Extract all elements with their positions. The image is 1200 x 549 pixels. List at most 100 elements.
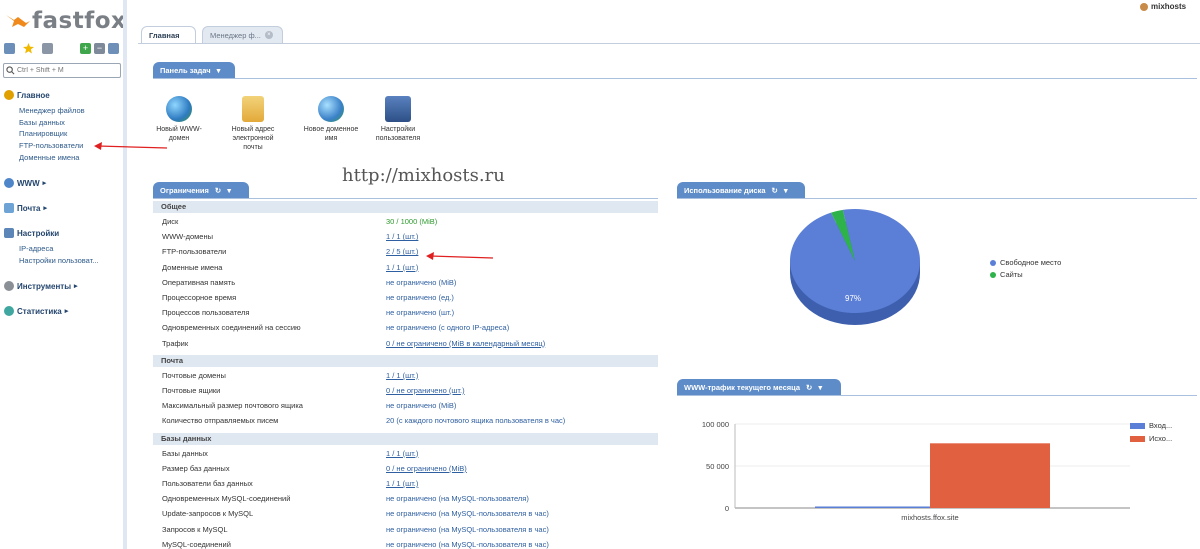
- fox-logo-icon: [6, 15, 30, 27]
- chevron-down-icon[interactable]: ▾: [818, 383, 822, 392]
- sidebar-item-file-manager[interactable]: Менеджер файлов: [19, 106, 85, 115]
- sidebar-item-ip-addresses[interactable]: IP-адреса: [19, 244, 53, 253]
- limit-value[interactable]: 0 / не ограничено (MiB): [386, 464, 467, 473]
- sidebar-item-user-settings[interactable]: Настройки пользоват...: [19, 256, 99, 265]
- chevron-down-icon[interactable]: ▾: [784, 186, 788, 195]
- annotation-arrow-sidebar: [94, 142, 168, 150]
- bar-outgoing: [930, 443, 1050, 508]
- sites-dot: [990, 271, 996, 278]
- grid-icon[interactable]: [4, 43, 15, 54]
- limit-value[interactable]: 1 / 1 (шт.): [386, 479, 418, 488]
- nav-section-label: Статистика: [17, 306, 62, 316]
- sidebar-item-ftp-users[interactable]: FTP-пользователи: [19, 141, 83, 150]
- legend-incoming: Вход...: [1130, 421, 1172, 430]
- limit-label: Запросов к MySQL: [162, 524, 228, 534]
- close-icon[interactable]: ×: [264, 31, 273, 39]
- limits-title[interactable]: Ограничения ↻ ▾: [153, 182, 249, 198]
- legend-label: Свободное место: [1000, 258, 1062, 267]
- legend-label: Вход...: [1149, 421, 1173, 430]
- tab-bar-border: [138, 43, 1200, 44]
- refresh-icon[interactable]: ↻: [215, 186, 221, 195]
- pin-icon[interactable]: [108, 43, 119, 54]
- limit-value[interactable]: 1 / 1 (шт.): [386, 371, 418, 380]
- taskpanel-rule: [153, 78, 1197, 79]
- refresh-icon[interactable]: ↻: [806, 383, 812, 392]
- free-space-dot: [990, 259, 996, 266]
- legend-outgoing: Исхо...: [1130, 434, 1172, 443]
- legend-sites: Сайты: [990, 270, 1023, 279]
- limit-label: FTP-пользователи: [162, 247, 227, 257]
- nav-section-settings[interactable]: Настройки: [4, 228, 59, 238]
- action-new-domain-name[interactable]: Новое доменное имя: [300, 96, 362, 143]
- tools-section-icon: [4, 281, 14, 291]
- limit-value: не ограничено (на MySQL-пользователя): [386, 494, 529, 504]
- limit-value[interactable]: 1 / 1 (шт.): [386, 263, 418, 272]
- nav-section-www[interactable]: WWW ▸: [4, 178, 46, 188]
- expand-all-icon[interactable]: +: [80, 43, 91, 54]
- traffic-bar-chart: 100 000 50 000 0 mixhosts.ffox.site: [702, 420, 1130, 522]
- limits-rule: [153, 198, 658, 199]
- limit-label: Почтовые домены: [162, 370, 226, 380]
- limit-label: Доменные имена: [162, 262, 223, 272]
- y-tick-label: 50 000: [706, 462, 729, 471]
- logo-text: fastfox: [32, 8, 127, 34]
- folder-icon[interactable]: [42, 43, 53, 54]
- pie-percent-label: 97%: [845, 294, 861, 303]
- traffic-title[interactable]: WWW-трафик текущего месяца ↻ ▾: [677, 379, 841, 395]
- user-icon: [1140, 2, 1148, 11]
- limit-value: не ограничено (MiB): [386, 277, 457, 287]
- refresh-icon[interactable]: ↻: [772, 186, 778, 195]
- limit-label: Процессов пользователя: [162, 308, 250, 318]
- chevron-down-icon[interactable]: ▾: [217, 66, 221, 75]
- limit-value: не ограничено (на MySQL-пользователя в ч…: [386, 509, 549, 519]
- limit-value[interactable]: 1 / 1 (шт.): [386, 449, 418, 458]
- star-icon[interactable]: [23, 43, 34, 54]
- main-section-icon: [4, 90, 14, 100]
- nav-section-label: Инструменты: [17, 281, 72, 291]
- sidebar-item-scheduler[interactable]: Планировщик: [19, 129, 67, 138]
- panel-title-text: Использование диска: [684, 185, 766, 195]
- tab-file-manager[interactable]: Менеджер ф... ×: [202, 26, 283, 43]
- sidebar-item-domain-names[interactable]: Доменные имена: [19, 153, 79, 162]
- search-input[interactable]: [17, 67, 117, 74]
- nav-section-stats[interactable]: Статистика ▸: [4, 306, 68, 316]
- limit-value[interactable]: 0 / не ограничено (шт.): [386, 386, 465, 395]
- limit-label: Одновременных соединений на сессию: [162, 323, 301, 333]
- collapse-all-icon[interactable]: −: [94, 43, 105, 54]
- limit-value[interactable]: 1 / 1 (шт.): [386, 232, 418, 241]
- chevron-down-icon[interactable]: ▾: [227, 186, 231, 195]
- nav-section-tools[interactable]: Инструменты ▸: [4, 281, 78, 291]
- sidebar-item-databases[interactable]: Базы данных: [19, 118, 65, 127]
- limits-section-header: Базы данных: [153, 432, 658, 445]
- action-new-email[interactable]: Новый адрес электронной почты: [222, 96, 284, 152]
- search-box[interactable]: [3, 63, 121, 78]
- limit-label: Базы данных: [162, 448, 208, 458]
- limit-label: Трафик: [162, 338, 189, 348]
- sidebar-scrollbar[interactable]: [123, 0, 127, 549]
- limits-section-header: Общее: [153, 201, 658, 213]
- panel-title-text: Ограничения: [160, 185, 209, 195]
- action-label: Новый адрес электронной почты: [231, 126, 275, 151]
- outgoing-swatch: [1130, 435, 1145, 442]
- user-menu[interactable]: mixhosts: [1140, 2, 1186, 11]
- settings-icon: [385, 96, 411, 122]
- action-user-settings[interactable]: Настройки пользователя: [367, 96, 429, 143]
- watermark: http://mixhosts.ru: [342, 165, 505, 186]
- limit-label: MySQL-соединений: [162, 539, 231, 549]
- action-label: Новое доменное имя: [303, 126, 359, 142]
- disk-usage-title[interactable]: Использование диска ↻ ▾: [677, 182, 805, 198]
- taskpanel-title[interactable]: Панель задач ▾: [153, 62, 235, 78]
- limit-label: Update-запросов к MySQL: [162, 509, 254, 519]
- nav-section-main[interactable]: Главное: [4, 90, 50, 100]
- nav-section-mail[interactable]: Почта ▸: [4, 203, 47, 213]
- limit-label: Процессорное время: [162, 293, 237, 302]
- stats-section-icon: [4, 306, 14, 316]
- tab-label: Менеджер ф...: [210, 30, 261, 40]
- annotation-arrow-limits: [426, 252, 494, 260]
- action-new-www-domain[interactable]: Новый WWW-домен: [148, 96, 210, 143]
- chevron-right-icon: ▸: [42, 180, 47, 187]
- tab-home[interactable]: Главная: [141, 26, 196, 43]
- limit-value[interactable]: 0 / не ограничено (MiB в календарный мес…: [386, 339, 545, 348]
- limit-value[interactable]: 2 / 5 (шт.): [386, 247, 418, 256]
- www-section-icon: [4, 178, 14, 188]
